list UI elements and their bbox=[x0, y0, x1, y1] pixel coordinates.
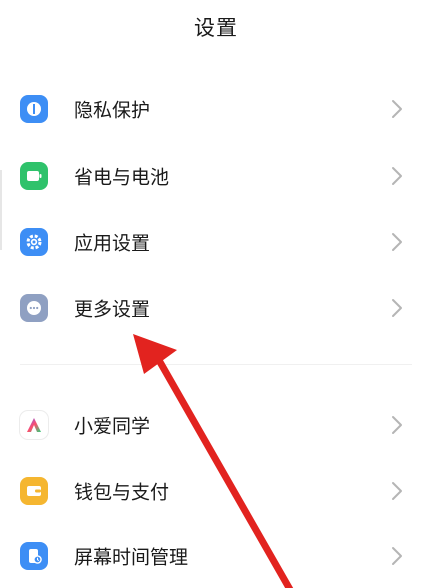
settings-item-privacy[interactable]: 隐私保护 bbox=[0, 77, 432, 141]
privacy-shield-icon bbox=[20, 95, 48, 123]
settings-item-label: 小爱同学 bbox=[74, 415, 151, 438]
settings-item-app-settings[interactable]: 应用设置 bbox=[0, 210, 432, 274]
settings-item-xiaoai[interactable]: 小爱同学 bbox=[0, 393, 432, 457]
settings-item-wallet[interactable]: 钱包与支付 bbox=[0, 459, 432, 523]
settings-item-label: 钱包与支付 bbox=[74, 481, 170, 504]
settings-item-label: 屏幕时间管理 bbox=[74, 546, 189, 569]
chevron-right-icon bbox=[392, 167, 402, 185]
settings-item-screen-time[interactable]: 屏幕时间管理 bbox=[0, 524, 432, 588]
chevron-right-icon bbox=[392, 416, 402, 434]
chevron-right-icon bbox=[392, 547, 402, 565]
settings-item-more-settings[interactable]: 更多设置 bbox=[0, 276, 432, 340]
battery-icon bbox=[20, 162, 48, 190]
settings-item-label: 应用设置 bbox=[74, 232, 151, 255]
gear-icon bbox=[20, 228, 48, 256]
section-divider bbox=[20, 364, 412, 365]
chevron-right-icon bbox=[392, 233, 402, 251]
settings-item-label: 隐私保护 bbox=[74, 99, 151, 122]
settings-item-label: 更多设置 bbox=[74, 298, 151, 321]
header: 设置 bbox=[0, 0, 432, 52]
chevron-right-icon bbox=[392, 299, 402, 317]
page-title: 设置 bbox=[194, 16, 238, 40]
chevron-right-icon bbox=[392, 482, 402, 500]
screen-time-icon bbox=[20, 542, 48, 570]
settings-item-battery[interactable]: 省电与电池 bbox=[0, 144, 432, 208]
wallet-icon bbox=[20, 477, 48, 505]
more-dots-icon bbox=[20, 294, 48, 322]
settings-item-label: 省电与电池 bbox=[74, 166, 170, 189]
xiaoai-assistant-icon bbox=[20, 411, 48, 439]
chevron-right-icon bbox=[392, 100, 402, 118]
